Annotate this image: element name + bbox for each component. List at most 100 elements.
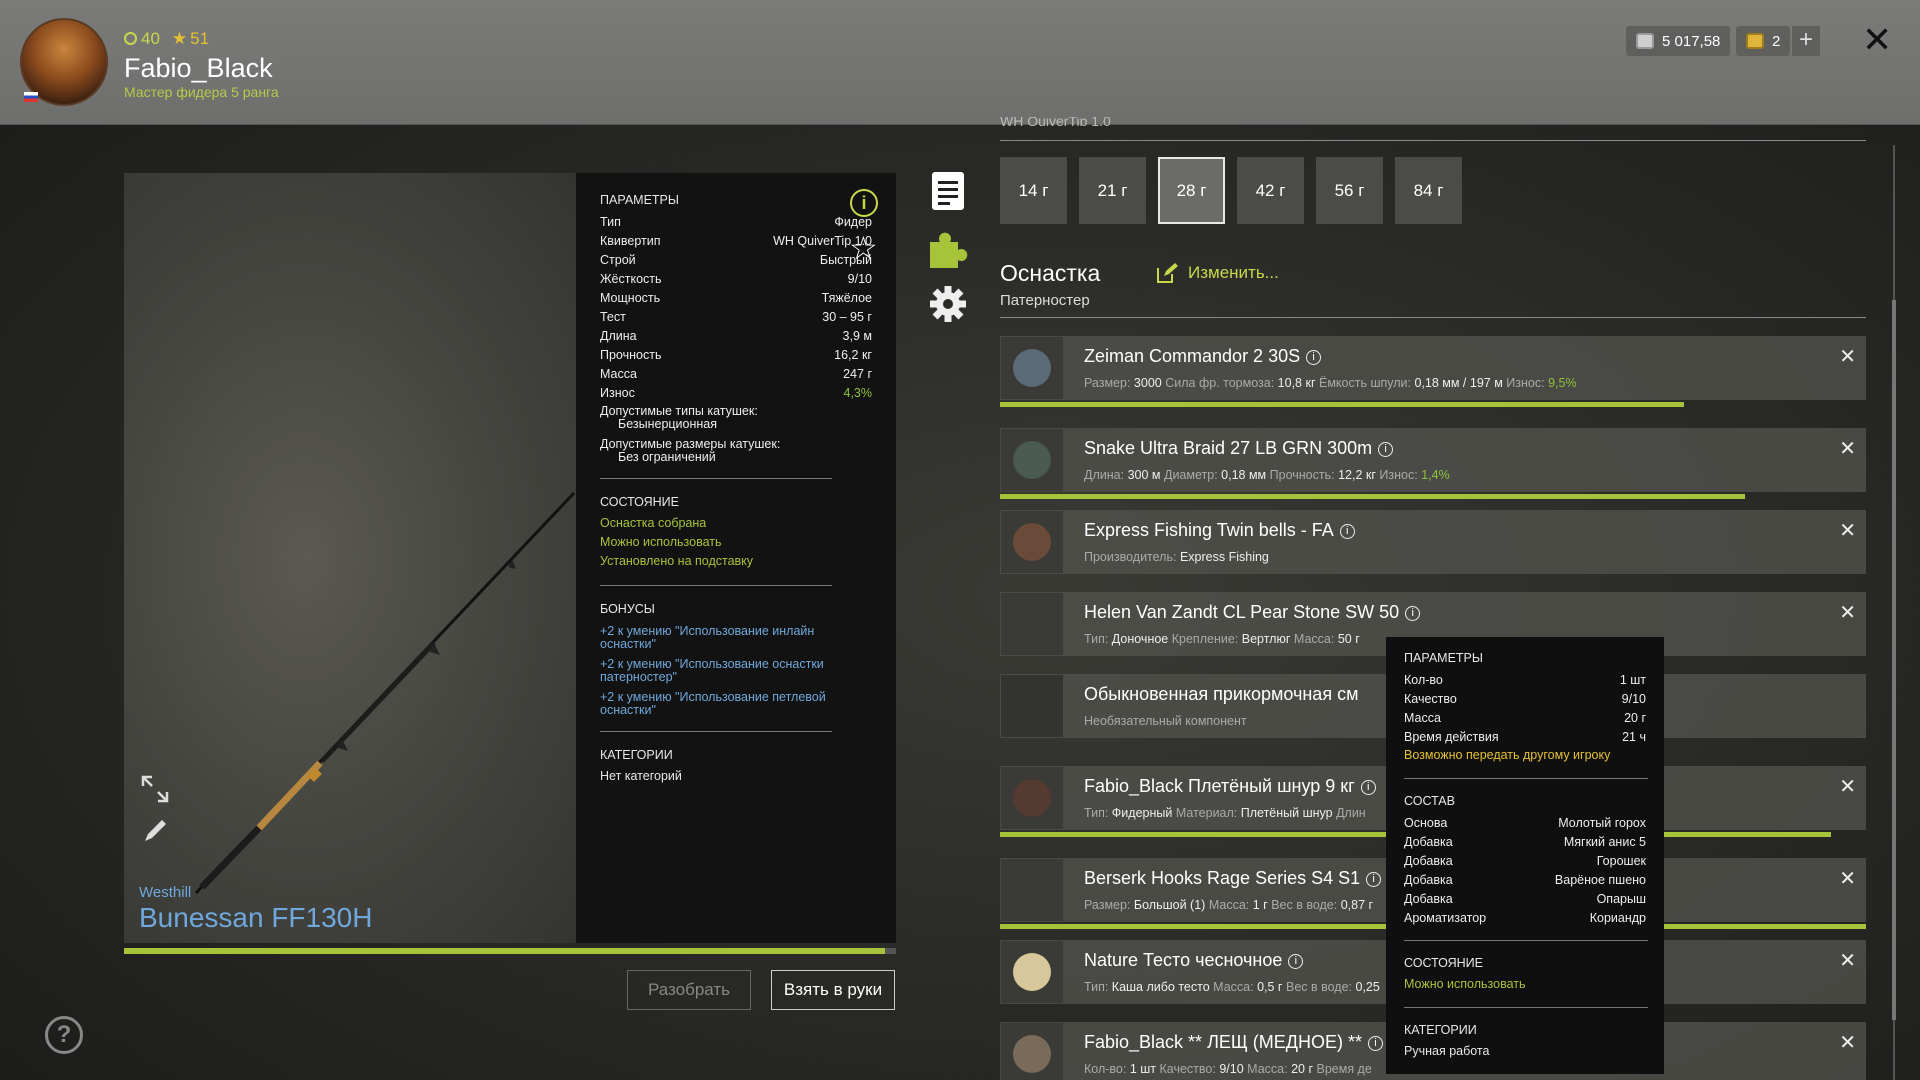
- weight-button[interactable]: 56 г: [1316, 157, 1383, 224]
- param-label: Масса: [600, 366, 637, 381]
- tooltip-param-value: 1 шт: [1619, 672, 1646, 687]
- composition-value: Мягкий анис 5: [1563, 834, 1646, 849]
- categories-value: Нет категорий: [600, 769, 682, 783]
- item-name: Fabio_Black ** ЛЕЩ (МЕДНОЕ) **: [1084, 1032, 1362, 1052]
- param-value: 4,3%: [843, 385, 873, 400]
- param-row: Жёсткость 9/10: [600, 269, 872, 288]
- remove-item-icon[interactable]: ✕: [1839, 866, 1856, 891]
- reel-sizes-value: Без ограничений: [618, 450, 716, 464]
- param-label: Жёсткость: [600, 271, 662, 286]
- help-icon[interactable]: ?: [45, 1016, 83, 1054]
- param-row: Масса 247 г: [600, 364, 872, 383]
- tooltip-categories-title: КАТЕГОРИИ: [1404, 1023, 1477, 1037]
- leader-icon: [1013, 779, 1051, 817]
- gold-balance: 2: [1736, 26, 1791, 56]
- weight-button[interactable]: 21 г: [1079, 157, 1146, 224]
- favorite-star-icon[interactable]: ☆: [849, 229, 878, 267]
- info-icon[interactable]: i: [850, 189, 878, 217]
- expand-icon[interactable]: [140, 774, 170, 804]
- puzzle-icon[interactable]: [928, 230, 968, 270]
- divider: [1000, 140, 1866, 141]
- line-icon: [1013, 441, 1051, 479]
- tooltip-param-row: Качество 9/10: [1404, 689, 1646, 708]
- composition-value: Кориандр: [1589, 910, 1646, 925]
- item-title: Zeiman Commandor 2 30S i: [1084, 346, 1322, 367]
- item-tooltip: ПАРАМЕТРЫ Кол-во 1 шт Качество 9/10 Масса 20 …: [1386, 637, 1664, 1074]
- remove-item-icon[interactable]: ✕: [1839, 518, 1856, 543]
- param-row: Мощность Тяжёлое: [600, 288, 872, 307]
- remove-item-icon[interactable]: ✕: [1839, 600, 1856, 625]
- remove-item-icon[interactable]: ✕: [1839, 436, 1856, 461]
- edit-tackle-button[interactable]: Изменить...: [1156, 262, 1279, 284]
- meta-label: Длин: [1336, 806, 1366, 820]
- tackle-item[interactable]: Zeiman Commandor 2 30S i Размер: 3000 Сила…: [1000, 336, 1866, 407]
- composition-label: Основа: [1404, 815, 1448, 830]
- composition-row: Добавка Горошек: [1404, 851, 1646, 870]
- info-icon[interactable]: i: [1306, 350, 1322, 365]
- stars-indicator: ★ 51: [171, 29, 210, 48]
- item-meta: Тип: Доночное Крепление: Вертлюг Масса: …: [1084, 632, 1360, 646]
- meta-label: Износ:: [1379, 468, 1418, 482]
- scrollbar-thumb[interactable]: [1892, 300, 1896, 1020]
- pencil-icon[interactable]: [140, 816, 170, 846]
- info-icon[interactable]: i: [1405, 606, 1421, 621]
- groundbait-thumbnail: [1001, 1023, 1063, 1080]
- info-icon[interactable]: i: [1378, 442, 1394, 457]
- remove-item-icon[interactable]: ✕: [1839, 948, 1856, 973]
- meta-label: Тип:: [1084, 980, 1109, 994]
- info-icon[interactable]: i: [1339, 524, 1355, 539]
- info-icon[interactable]: i: [1367, 1036, 1383, 1051]
- item-name: Fabio_Black Плетёный шнур 9 кг: [1084, 776, 1355, 796]
- document-icon[interactable]: [932, 172, 964, 210]
- meta-value: 9,5%: [1548, 376, 1577, 390]
- remove-item-icon[interactable]: ✕: [1839, 1030, 1856, 1055]
- info-icon[interactable]: i: [1360, 780, 1376, 795]
- meta-value: 0,18 мм / 197 м: [1414, 376, 1503, 390]
- transferable-note: Возможно передать другому игроку: [1404, 748, 1611, 762]
- tackle-item[interactable]: Express Fishing Twin bells - FA i Производ…: [1000, 510, 1866, 574]
- reel-types-value: Безынерционная: [618, 417, 718, 431]
- close-button[interactable]: ✕: [1862, 22, 1892, 58]
- rod-condition-bar: [124, 948, 896, 954]
- item-meta: Тип: Каша либо тесто Масса: 0,5 г Вес в …: [1084, 980, 1380, 994]
- sinker-thumbnail: [1001, 593, 1063, 655]
- edit-icon: [1157, 263, 1178, 283]
- meta-label: Масса:: [1208, 898, 1250, 912]
- meta-label: Размер:: [1084, 376, 1131, 390]
- composition-value: Варёное пшено: [1554, 872, 1646, 887]
- meta-value: 9/10: [1219, 1062, 1244, 1076]
- info-icon[interactable]: i: [1288, 954, 1304, 969]
- remove-item-icon[interactable]: ✕: [1839, 774, 1856, 799]
- item-name: Snake Ultra Braid 27 LB GRN 300m: [1084, 438, 1373, 458]
- rod-brand: Westhill: [139, 884, 192, 901]
- tackle-item[interactable]: Snake Ultra Braid 27 LB GRN 300m i Длина: …: [1000, 428, 1866, 499]
- rod-name: Bunessan FF130H: [139, 902, 373, 933]
- sinker-icon: [1013, 605, 1051, 643]
- meta-value: Express Fishing: [1179, 550, 1269, 564]
- bait-icon: [1013, 953, 1051, 991]
- meta-value: Доночное: [1111, 632, 1169, 646]
- meta-value: Фидерный: [1111, 806, 1173, 820]
- tooltip-param-label: Качество: [1404, 691, 1457, 706]
- weight-button[interactable]: 28 г: [1158, 157, 1225, 224]
- meta-label: Размер:: [1084, 898, 1131, 912]
- info-icon[interactable]: i: [1366, 872, 1382, 887]
- take-in-hands-button[interactable]: Взять в руки: [771, 970, 895, 1010]
- gear-icon[interactable]: [928, 284, 968, 324]
- disassemble-button[interactable]: Разобрать: [627, 970, 751, 1010]
- item-name: Nature Тесто чесночное: [1084, 950, 1283, 970]
- item-name: Обыкновенная прикормочная см: [1084, 684, 1359, 704]
- star-icon: ★: [171, 29, 188, 48]
- remove-item-icon[interactable]: ✕: [1839, 344, 1856, 369]
- level-indicator: 40: [124, 29, 160, 49]
- weight-button[interactable]: 84 г: [1395, 157, 1462, 224]
- weight-button[interactable]: 14 г: [1000, 157, 1067, 224]
- weight-button[interactable]: 42 г: [1237, 157, 1304, 224]
- add-gold-button[interactable]: +: [1792, 26, 1820, 56]
- reel-icon: [1013, 349, 1051, 387]
- divider: [600, 585, 832, 586]
- meta-label: Вес в воде:: [1285, 980, 1353, 994]
- tackle-title: Оснастка: [1000, 260, 1101, 286]
- param-label: Мощность: [600, 290, 661, 305]
- meta-label: Кол-во:: [1084, 1062, 1127, 1076]
